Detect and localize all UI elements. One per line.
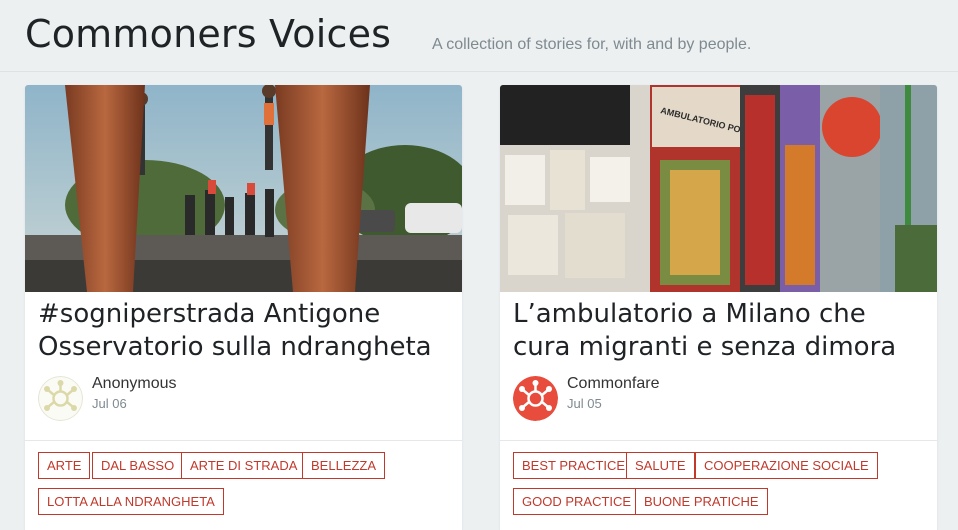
- tag-cooperazione-sociale[interactable]: COOPERAZIONE SOCIALE: [695, 452, 878, 479]
- post-date: Jul 05: [567, 396, 602, 411]
- story-image[interactable]: AMBULATORIO POPOLARE: [500, 85, 937, 292]
- card-divider: [500, 440, 937, 441]
- site-header: Commoners Voices A collection of stories…: [0, 0, 958, 72]
- author-name[interactable]: Anonymous: [92, 375, 177, 393]
- tag-salute[interactable]: SALUTE: [626, 452, 695, 479]
- tag-arte-di-strada[interactable]: ARTE DI STRADA: [181, 452, 307, 479]
- story-image[interactable]: [25, 85, 462, 292]
- author-avatar[interactable]: [38, 376, 83, 421]
- card-divider: [25, 440, 462, 441]
- post-date: Jul 06: [92, 396, 127, 411]
- story-title[interactable]: #sogniperstrada Antigone Osservatorio su…: [38, 298, 453, 364]
- tag-bellezza[interactable]: BELLEZZA: [302, 452, 386, 479]
- site-title[interactable]: Commoners Voices: [25, 12, 391, 56]
- story-title[interactable]: L’ambulatorio a Milano che cura migranti…: [513, 298, 928, 364]
- author-avatar[interactable]: [513, 376, 558, 421]
- tag-buone-pratiche[interactable]: BUONE PRATICHE: [635, 488, 768, 515]
- tag-arte[interactable]: ARTE: [38, 452, 91, 479]
- author-name[interactable]: Commonfare: [567, 375, 659, 393]
- tag-lotta-alla-ndrangheta[interactable]: LOTTA ALLA NDRANGHETA: [38, 488, 224, 515]
- tag-good-practice[interactable]: GOOD PRACTICE: [513, 488, 641, 515]
- tag-dal-basso[interactable]: DAL BASSO: [92, 452, 184, 479]
- site-tagline: A collection of stories for, with and by…: [432, 36, 752, 53]
- story-card[interactable]: AMBULATORIO POPOLARE L’ambulatorio a Mil…: [500, 85, 937, 530]
- tag-best-practice[interactable]: BEST PRACTICE: [513, 452, 635, 479]
- story-card[interactable]: #sogniperstrada Antigone Osservatorio su…: [25, 85, 462, 530]
